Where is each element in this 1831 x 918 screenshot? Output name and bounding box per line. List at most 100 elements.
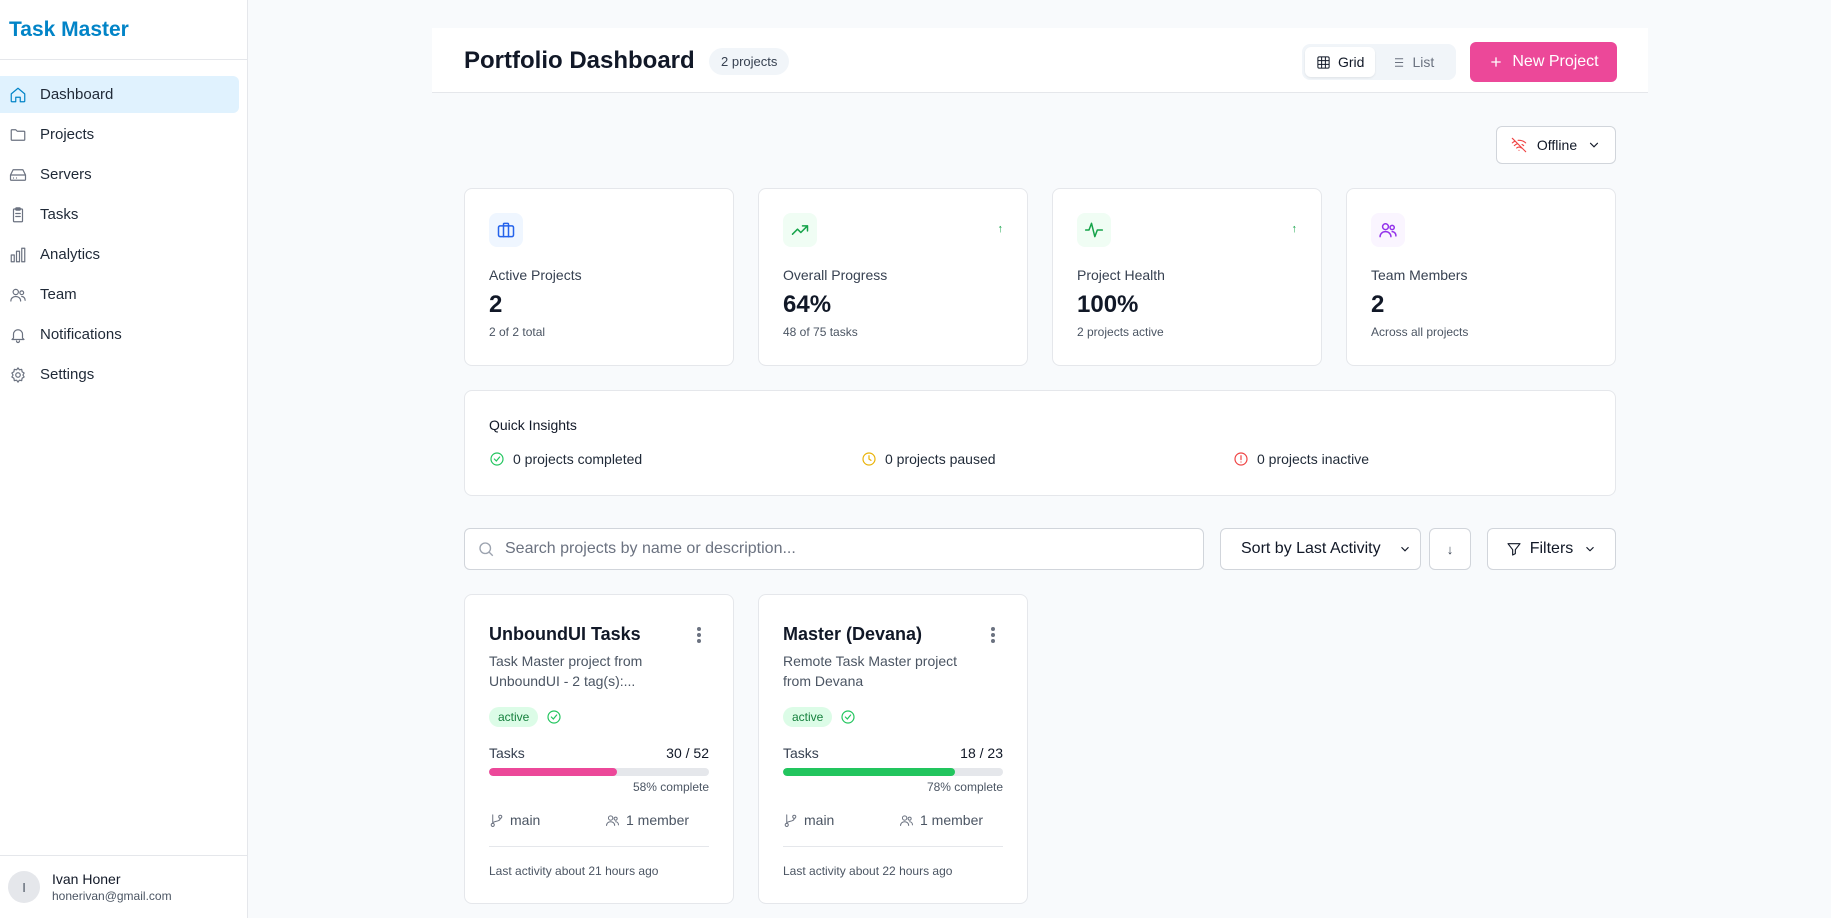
insight-completed: 0 projects completed (489, 451, 642, 467)
stat-card-team-members: Team Members 2 Across all projects (1346, 188, 1616, 366)
branch-name: main (804, 812, 835, 828)
stat-value: 100% (1077, 291, 1139, 318)
sidebar-item-tasks[interactable]: Tasks (0, 196, 239, 233)
tasks-count: 30 / 52 (666, 745, 709, 761)
stat-card-project-health: ↑ Project Health 100% 2 projects active (1052, 188, 1322, 366)
app-logo[interactable]: Task Master (0, 0, 247, 60)
git-branch-icon (490, 813, 503, 827)
sidebar-item-label: Team (40, 286, 77, 303)
connection-status-label: Offline (1536, 137, 1578, 153)
avatar: I (8, 871, 40, 903)
insights-title: Quick Insights (489, 417, 577, 433)
sidebar-item-notifications[interactable]: Notifications (0, 316, 239, 353)
check-circle-icon (547, 710, 561, 724)
project-branch: main (783, 812, 834, 828)
clock-icon (862, 452, 876, 466)
member-count: 1 member (626, 812, 690, 828)
page-title: Portfolio Dashboard (464, 47, 695, 74)
alert-circle-icon (1234, 452, 1248, 466)
project-card[interactable]: UnboundUI Tasks Task Master project from… (464, 594, 734, 904)
check-circle-icon (841, 710, 855, 724)
home-icon (9, 86, 27, 104)
sidebar-item-settings[interactable]: Settings (0, 356, 239, 393)
users-icon (1371, 213, 1405, 247)
progress-bar (783, 768, 1003, 776)
new-project-label: New Project (1512, 53, 1599, 70)
folder-icon (9, 126, 27, 144)
sidebar-item-label: Notifications (40, 326, 122, 343)
project-card[interactable]: Master (Devana) Remote Task Master proje… (758, 594, 1028, 904)
percent-complete: 58% complete (632, 780, 709, 794)
briefcase-icon (489, 213, 523, 247)
gear-icon (9, 366, 27, 384)
stat-label: Team Members (1371, 267, 1468, 283)
sidebar-item-projects[interactable]: Projects (0, 116, 239, 153)
sidebar-item-label: Dashboard (40, 86, 114, 103)
stat-label: Project Health (1077, 267, 1165, 283)
stat-subtext: 2 projects active (1077, 325, 1164, 339)
project-status: active (783, 707, 856, 727)
view-list-label: List (1412, 54, 1435, 70)
more-vertical-icon[interactable] (987, 625, 999, 645)
project-members: 1 member (605, 812, 689, 828)
stat-value: 64% (783, 291, 832, 318)
stat-card-active-projects: Active Projects 2 2 of 2 total (464, 188, 734, 366)
bar-chart-icon (9, 246, 27, 264)
stat-subtext: 48 of 75 tasks (783, 325, 858, 339)
sidebar-item-label: Servers (40, 166, 92, 183)
sidebar-item-dashboard[interactable]: Dashboard (0, 76, 239, 113)
progress-bar-fill (783, 768, 955, 776)
users-icon (9, 286, 27, 304)
project-description: Task Master project from UnboundUI - 2 t… (489, 653, 643, 689)
project-status: active (489, 707, 562, 727)
chevron-down-icon (1586, 546, 1595, 552)
stat-value: 2 (489, 291, 503, 318)
stat-label: Active Projects (489, 267, 582, 283)
chevron-down-icon (1590, 142, 1599, 148)
new-project-button[interactable]: New Project (1470, 42, 1617, 82)
sort-direction-button[interactable]: ↓ (1429, 528, 1471, 570)
clipboard-icon (9, 206, 27, 224)
progress-bar (489, 768, 709, 776)
user-name: Ivan Honer (52, 871, 121, 887)
git-branch-icon (784, 813, 797, 827)
grid-icon (1317, 55, 1330, 69)
sort-select[interactable]: Sort by Last Activity (1220, 528, 1421, 570)
sidebar-item-analytics[interactable]: Analytics (0, 236, 239, 273)
status-badge: active (489, 707, 539, 727)
view-list-button[interactable]: List (1379, 47, 1445, 77)
search-input[interactable] (505, 540, 1185, 558)
stat-label: Overall Progress (783, 267, 888, 283)
insight-paused: 0 projects paused (861, 451, 996, 467)
search-box (464, 528, 1204, 570)
branch-name: main (510, 812, 541, 828)
sidebar-item-team[interactable]: Team (0, 276, 239, 313)
sidebar-item-label: Settings (40, 366, 95, 383)
page-header: Portfolio Dashboard 2 projects Grid List… (432, 28, 1648, 93)
search-icon (479, 542, 494, 557)
project-members: 1 member (899, 812, 983, 828)
connection-status-dropdown[interactable]: Offline (1496, 126, 1616, 164)
trending-up-icon (783, 213, 817, 247)
view-grid-button[interactable]: Grid (1305, 47, 1376, 77)
server-icon (9, 166, 27, 184)
user-profile[interactable]: I Ivan Honer honerivan@gmail.com (0, 855, 248, 918)
insight-inactive: 0 projects inactive (1233, 451, 1369, 467)
insight-completed-text: 0 projects completed (513, 451, 643, 467)
sidebar: Task Master Dashboard Projects Servers T… (0, 0, 248, 918)
project-name[interactable]: Master (Devana) (783, 624, 922, 645)
activity-icon (1077, 213, 1111, 247)
view-grid-label: Grid (1338, 54, 1365, 70)
list-icon (1392, 57, 1404, 67)
tasks-label: Tasks (489, 745, 525, 761)
sidebar-item-servers[interactable]: Servers (0, 156, 239, 193)
user-email: honerivan@gmail.com (52, 889, 172, 903)
filters-button[interactable]: Filters (1487, 528, 1616, 570)
project-name[interactable]: UnboundUI Tasks (489, 624, 641, 645)
member-count: 1 member (920, 812, 984, 828)
last-activity: Last activity about 21 hours ago (489, 864, 659, 878)
users-icon (606, 814, 619, 826)
stat-subtext: 2 of 2 total (489, 325, 546, 339)
more-vertical-icon[interactable] (693, 625, 705, 645)
status-badge: active (783, 707, 833, 727)
